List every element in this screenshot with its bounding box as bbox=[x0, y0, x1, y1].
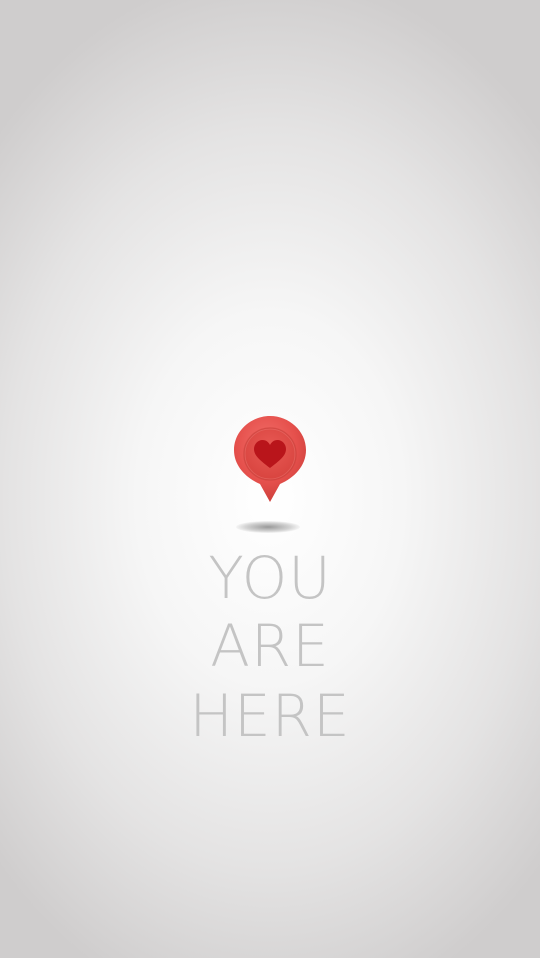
location-pin-icon bbox=[230, 412, 310, 512]
pin-shadow bbox=[236, 521, 300, 533]
headline-line-here: HERE bbox=[189, 682, 351, 750]
headline-line-you: YOU bbox=[208, 544, 332, 612]
headline-line-are: ARE bbox=[210, 612, 330, 680]
